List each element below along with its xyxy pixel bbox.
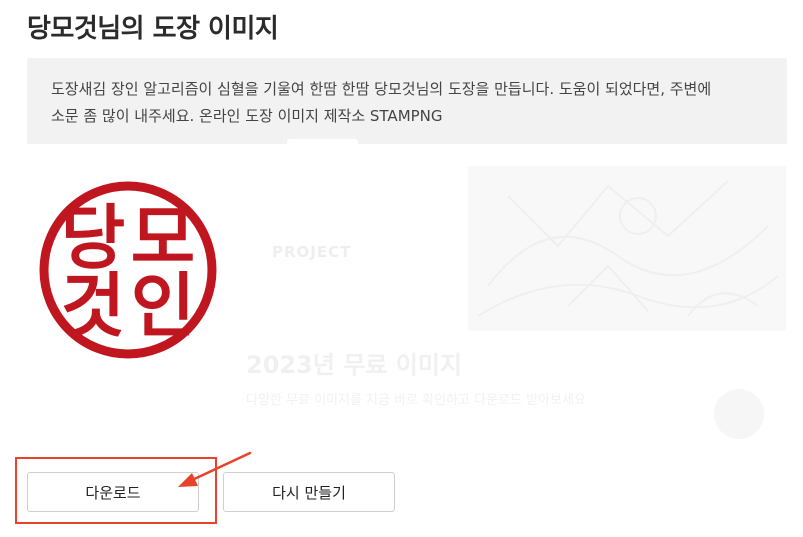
ad-image bbox=[468, 166, 786, 331]
ad-badge: PROJECT bbox=[272, 243, 352, 261]
stamp-image: 당 모 것 인 bbox=[39, 181, 217, 359]
description-box: 도장새김 장인 알고리즘이 심혈을 기울여 한땀 한땀 당모것님의 도장을 만듭… bbox=[27, 58, 787, 144]
tab-notch bbox=[287, 139, 358, 147]
page-title: 당모것님의 도장 이미지 bbox=[27, 14, 279, 44]
ad-heading: 2023년 무료 이미지 bbox=[246, 351, 462, 379]
description-line-2: 소문 좀 많이 내주세요. 온라인 도장 이미지 제작소 STAMPNG bbox=[51, 107, 443, 125]
stamp-char: 것 bbox=[61, 265, 125, 347]
download-button[interactable]: 다운로드 bbox=[27, 472, 199, 512]
remake-button[interactable]: 다시 만들기 bbox=[223, 472, 395, 512]
ad-illustration bbox=[477, 180, 779, 317]
description-line-1: 도장새김 장인 알고리즘이 심혈을 기울여 한땀 한땀 당모것님의 도장을 만듭… bbox=[51, 80, 712, 98]
ad-arrow-icon bbox=[714, 389, 764, 439]
ad-text: 다양한 무료 이미지를 지금 바로 확인하고 다운로드 받아보세요 bbox=[246, 393, 586, 408]
stamp-char: 인 bbox=[131, 265, 195, 347]
